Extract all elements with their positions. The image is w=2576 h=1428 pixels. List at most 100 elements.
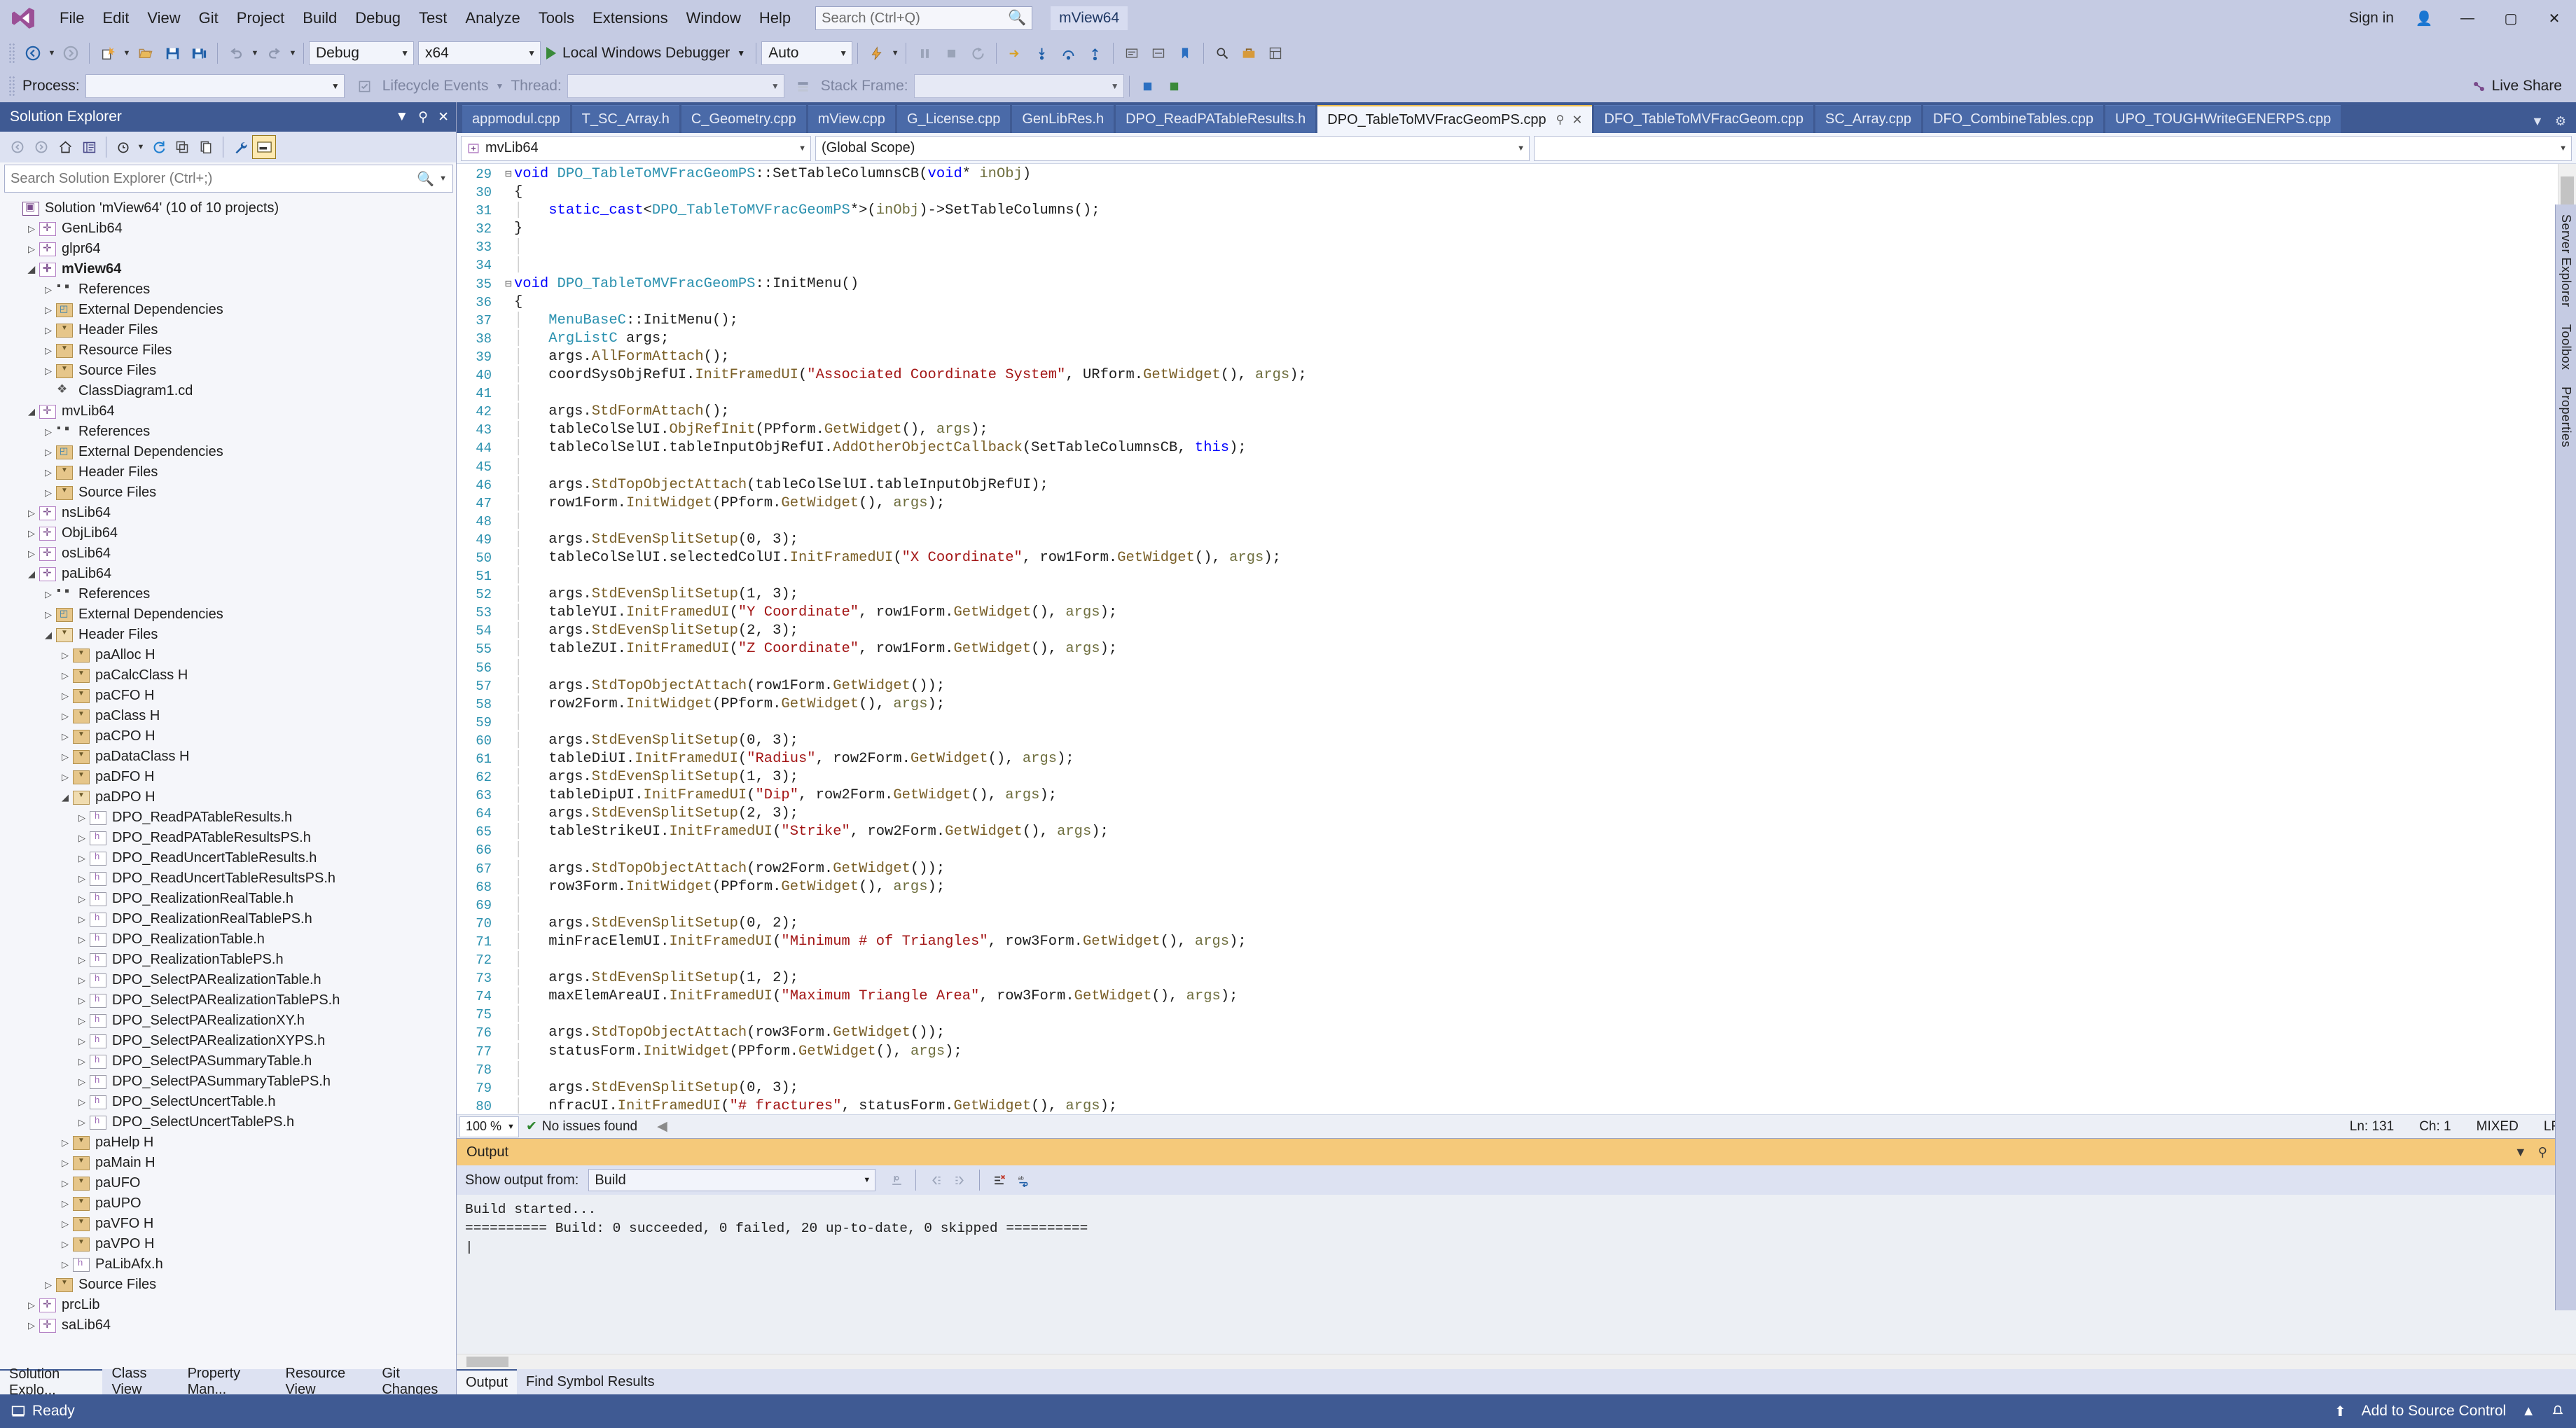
- uncomment-icon[interactable]: [1145, 40, 1172, 67]
- fold-toggle-icon[interactable]: ⊟: [503, 165, 514, 183]
- code-line[interactable]: 36 {: [457, 293, 2558, 312]
- code-line[interactable]: 77 │ statusForm.InitWidget(PPform.GetWidg…: [457, 1043, 2558, 1061]
- expander-collapsed-icon[interactable]: ▷: [57, 751, 73, 763]
- toggle-word-wrap-icon[interactable]: ab: [1013, 1169, 1035, 1191]
- stop-debugging-icon[interactable]: [938, 40, 964, 67]
- tree-node[interactable]: ▷ prcLib: [0, 1295, 456, 1315]
- code-line[interactable]: 64 │ args.StdEvenSplitSetup(2, 3);: [457, 805, 2558, 823]
- add-to-source-control[interactable]: Add to Source Control: [2362, 1403, 2507, 1420]
- code-line[interactable]: 66 │: [457, 841, 2558, 859]
- code-line[interactable]: 38 │ ArgListC args;: [457, 330, 2558, 348]
- code-line[interactable]: 42 │ args.StdFormAttach();: [457, 403, 2558, 421]
- tree-node[interactable]: ▷ DPO_SelectUncertTablePS.h: [0, 1112, 456, 1132]
- menu-item-extensions[interactable]: Extensions: [583, 5, 677, 32]
- code-line[interactable]: 65 │ tableStrikeUI.InitFramedUI("Strike",…: [457, 823, 2558, 841]
- code-line[interactable]: 31 │ static_cast<DPO_TableToMVFracGeomPS*…: [457, 202, 2558, 220]
- new-project-icon[interactable]: [95, 40, 121, 67]
- close-button[interactable]: ✕: [2533, 0, 2576, 36]
- tree-node[interactable]: ▷ paDFO H: [0, 767, 456, 787]
- tree-node[interactable]: ▷ Source Files: [0, 1275, 456, 1295]
- tree-node[interactable]: ▷ DPO_ReadUncertTableResults.h: [0, 848, 456, 868]
- tree-node[interactable]: ▷ paMain H: [0, 1153, 456, 1173]
- code-line[interactable]: 30 {: [457, 183, 2558, 202]
- preview-selected-items-icon[interactable]: [252, 135, 276, 159]
- expander-expanded-icon[interactable]: ◢: [41, 630, 56, 641]
- code-line[interactable]: 33 │: [457, 238, 2558, 256]
- vertical-tab-properties[interactable]: Properties: [2558, 387, 2573, 448]
- editor-tab[interactable]: mView.cpp: [808, 105, 895, 133]
- show-output-from-combo[interactable]: Build ▼: [588, 1169, 876, 1191]
- pending-changes-dropdown-icon[interactable]: ▼: [135, 134, 146, 160]
- code-line[interactable]: 80 │ nfracUI.InitFramedUI("# fractures", …: [457, 1097, 2558, 1114]
- expander-expanded-icon[interactable]: ◢: [24, 569, 39, 580]
- tree-node[interactable]: ▷ References: [0, 583, 456, 604]
- editor-tab[interactable]: DPO_ReadPATableResults.h: [1116, 105, 1316, 133]
- clear-all-icon[interactable]: [988, 1169, 1010, 1191]
- dock-tab[interactable]: Resource View: [277, 1366, 373, 1397]
- stack-frame-combo[interactable]: ▼: [913, 74, 1124, 98]
- code-line[interactable]: 60 │ args.StdEvenSplitSetup(0, 3);: [457, 732, 2558, 750]
- expander-collapsed-icon[interactable]: ▷: [24, 223, 39, 235]
- code-line[interactable]: 41 │: [457, 384, 2558, 403]
- code-line[interactable]: 35 ⊟ void DPO_TableToMVFracGeomPS::InitMen…: [457, 275, 2558, 293]
- menu-item-edit[interactable]: Edit: [93, 5, 138, 32]
- upload-icon[interactable]: ⬆: [2334, 1403, 2346, 1420]
- expander-collapsed-icon[interactable]: ▷: [41, 366, 56, 377]
- expander-collapsed-icon[interactable]: ▷: [74, 975, 90, 986]
- redo-icon[interactable]: [261, 40, 287, 67]
- solution-explorer-tree[interactable]: Solution 'mView64' (10 of 10 projects) ▷ G…: [0, 195, 456, 1369]
- tree-node[interactable]: ▷ Source Files: [0, 483, 456, 503]
- quick-search-box[interactable]: Search (Ctrl+Q) 🔍: [815, 6, 1033, 30]
- tree-node[interactable]: ◢ Header Files: [0, 625, 456, 645]
- code-line[interactable]: 68 │ row3Form.InitWidget(PPform.GetWidget…: [457, 878, 2558, 896]
- code-line[interactable]: 48 │: [457, 513, 2558, 531]
- expander-expanded-icon[interactable]: ◢: [24, 406, 39, 417]
- expander-collapsed-icon[interactable]: ▷: [41, 447, 56, 458]
- tree-node[interactable]: ▷ DPO_SelectPARealizationXY.h: [0, 1011, 456, 1031]
- editor-tab[interactable]: appmodul.cpp: [462, 105, 570, 133]
- zoom-combo[interactable]: 100 % ▼: [459, 1116, 519, 1137]
- expander-collapsed-icon[interactable]: ▷: [74, 914, 90, 925]
- navigate-backward-dropdown-icon[interactable]: ▼: [46, 40, 57, 67]
- code-line[interactable]: 74 │ maxElemAreaUI.InitFramedUI("Maximum …: [457, 987, 2558, 1006]
- undo-icon[interactable]: [223, 40, 249, 67]
- issues-nav-icon[interactable]: ◀: [657, 1118, 667, 1135]
- tree-node[interactable]: ▷ saLib64: [0, 1315, 456, 1336]
- expander-collapsed-icon[interactable]: ▷: [41, 345, 56, 356]
- code-line[interactable]: 63 │ tableDipUI.InitFramedUI("Dip", row2F…: [457, 786, 2558, 805]
- dock-tab[interactable]: Solution Explo...: [0, 1366, 103, 1398]
- tree-node[interactable]: ▷ paVPO H: [0, 1234, 456, 1254]
- expander-collapsed-icon[interactable]: ▷: [24, 548, 39, 560]
- collapse-all-icon[interactable]: [170, 135, 194, 159]
- project-combo[interactable]: mvLib64 ▼: [461, 135, 811, 161]
- tree-node[interactable]: ▷ paCPO H: [0, 726, 456, 747]
- vertical-tab-toolbox[interactable]: Toolbox: [2558, 324, 2573, 370]
- expander-collapsed-icon[interactable]: ▷: [41, 1280, 56, 1291]
- save-icon[interactable]: [159, 40, 186, 67]
- menu-item-git[interactable]: Git: [190, 5, 228, 32]
- tree-node[interactable]: ▷ External Dependencies: [0, 442, 456, 462]
- code-line[interactable]: 54 │ args.StdEvenSplitSetup(2, 3);: [457, 622, 2558, 640]
- tree-node[interactable]: ▷ References: [0, 421, 456, 442]
- code-line[interactable]: 69 │: [457, 896, 2558, 915]
- expander-collapsed-icon[interactable]: ▷: [57, 1219, 73, 1230]
- tree-node[interactable]: ▷ paVFO H: [0, 1214, 456, 1234]
- expander-collapsed-icon[interactable]: ▷: [74, 833, 90, 844]
- tree-node[interactable]: ▷ ObjLib64: [0, 523, 456, 543]
- refresh-icon[interactable]: [146, 135, 170, 159]
- expander-collapsed-icon[interactable]: ▷: [74, 812, 90, 824]
- code-line[interactable]: 50 │ tableColSelUI.selectedColUI.InitFram…: [457, 549, 2558, 567]
- code-line[interactable]: 44 │ tableColSelUI.tableInputObjRefUI.Add…: [457, 439, 2558, 457]
- configuration-combo[interactable]: Debug ▼: [309, 41, 414, 65]
- tree-node[interactable]: ▷ paHelp H: [0, 1132, 456, 1153]
- tree-node[interactable]: ▷ DPO_RealizationRealTable.h: [0, 889, 456, 909]
- chevron-up-icon[interactable]: ▲: [2521, 1403, 2535, 1420]
- menu-item-help[interactable]: Help: [750, 5, 800, 32]
- expander-collapsed-icon[interactable]: ▷: [24, 528, 39, 539]
- tree-node[interactable]: ▷ DPO_SelectPARealizationTable.h: [0, 970, 456, 990]
- expander-collapsed-icon[interactable]: ▷: [74, 934, 90, 945]
- tab-overflow-icon[interactable]: ▼: [2531, 114, 2544, 129]
- sign-in-link[interactable]: Sign in: [2341, 10, 2402, 27]
- expander-collapsed-icon[interactable]: ▷: [24, 508, 39, 519]
- expander-collapsed-icon[interactable]: ▷: [57, 1239, 73, 1250]
